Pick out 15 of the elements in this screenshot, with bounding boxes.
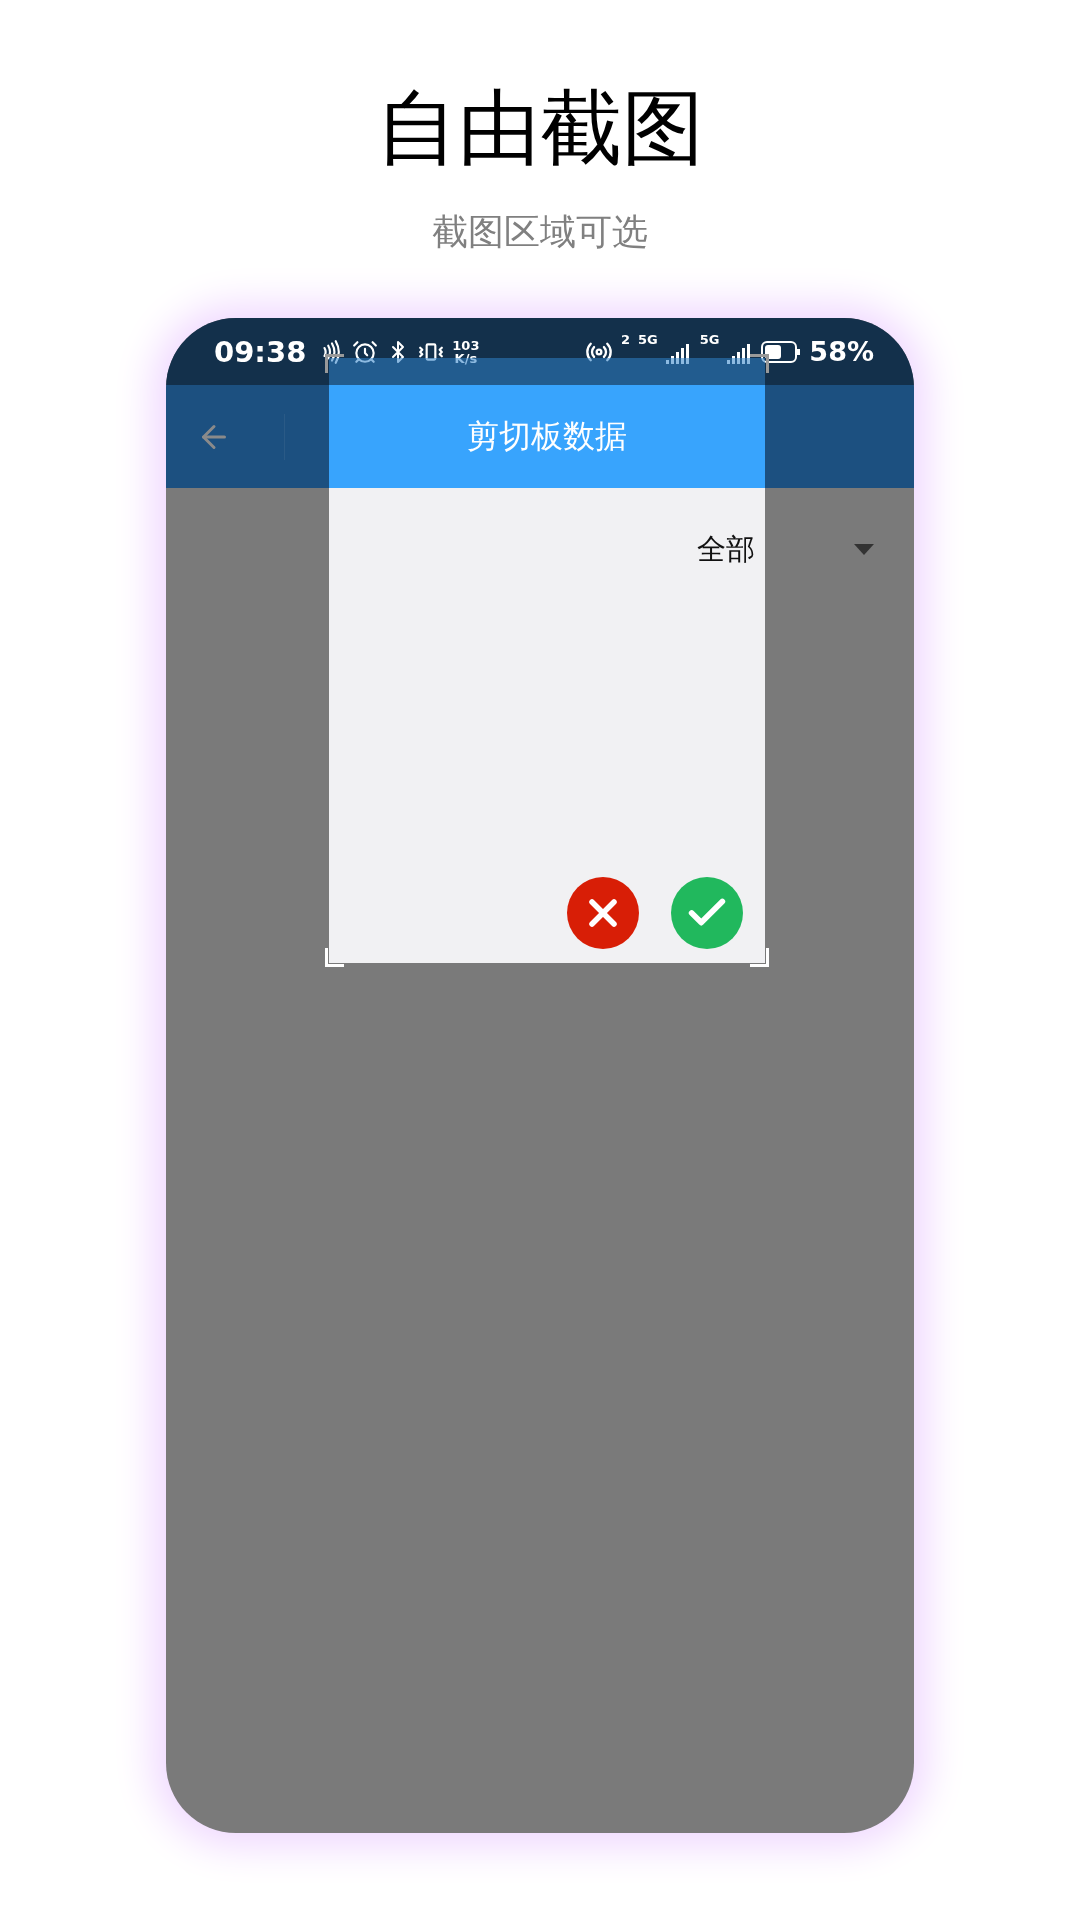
page-subtitle: 截图区域可选	[432, 210, 648, 254]
clock: 09:38	[214, 334, 307, 369]
network-type: 5G	[637, 332, 658, 347]
dropdown-arrow-icon[interactable]	[854, 544, 874, 555]
dialog-title: 剪切板数据	[329, 385, 765, 488]
network-type: 5G	[699, 332, 720, 347]
crop-corner[interactable]	[325, 354, 344, 373]
crop-corner[interactable]	[750, 354, 769, 373]
alarm-icon	[352, 338, 379, 365]
network-speed: 103	[452, 338, 480, 352]
battery-icon	[761, 340, 802, 363]
battery-percent: 58%	[809, 336, 874, 367]
filter-label[interactable]: 全部	[697, 530, 755, 570]
page-title: 自由截图	[376, 79, 704, 177]
sim-number: 2	[620, 332, 630, 347]
